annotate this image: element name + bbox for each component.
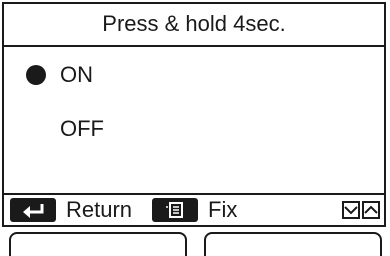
up-arrow-icon: [364, 205, 378, 214]
option-label: ON: [60, 62, 93, 87]
fix-label: Fix: [208, 197, 238, 222]
screen-title: Press & hold 4sec.: [4, 4, 384, 47]
down-arrow-icon: [344, 206, 358, 215]
arrow-keys: [342, 201, 380, 219]
return-icon: [23, 204, 44, 218]
footer-bar: Return Fix: [4, 193, 384, 225]
unselected-indicator: [26, 119, 46, 139]
return-key[interactable]: [10, 198, 56, 222]
option-on[interactable]: ON: [26, 60, 93, 90]
fix-key[interactable]: [152, 198, 199, 222]
remote-display: Press & hold 4sec. ON OFF Return Fix: [2, 2, 386, 227]
menu-icon: [166, 202, 184, 218]
down-arrow-button[interactable]: [342, 201, 360, 219]
return-label: Return: [66, 197, 133, 222]
option-label: OFF: [60, 116, 104, 141]
left-soft-key[interactable]: [9, 232, 187, 256]
right-soft-key[interactable]: [204, 232, 382, 256]
up-arrow-button[interactable]: [362, 201, 380, 219]
option-off[interactable]: OFF: [26, 114, 104, 144]
selected-indicator-icon: [26, 65, 46, 85]
